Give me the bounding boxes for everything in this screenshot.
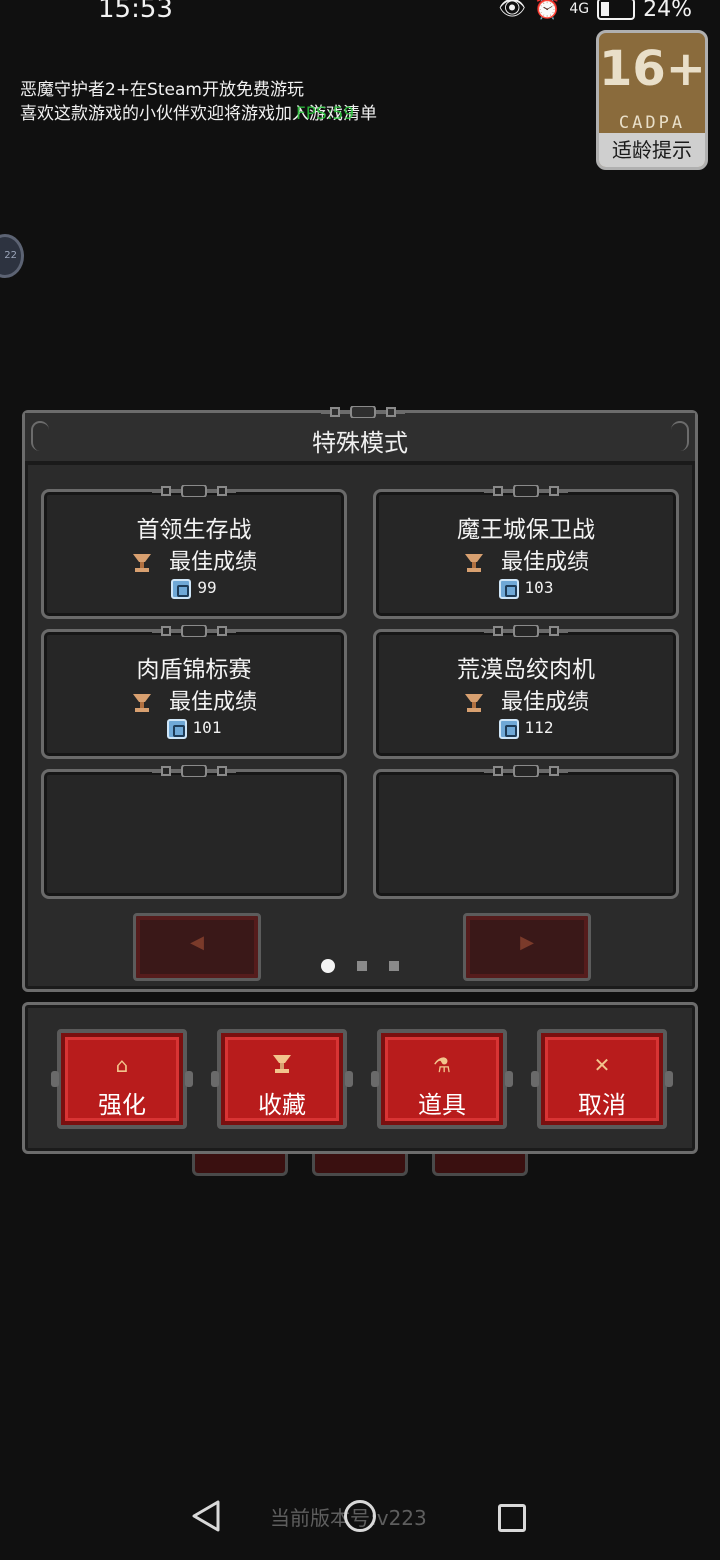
prev-page-button[interactable]: ◀ — [133, 913, 261, 981]
button-nub — [665, 1071, 673, 1087]
close-icon: ✕ — [593, 1053, 611, 1077]
back-icon[interactable] — [188, 1498, 224, 1534]
mode-title: 荒漠岛绞肉机 — [457, 657, 595, 683]
mode-card-desert-island[interactable]: 荒漠岛绞肉机 最佳成绩 112 — [373, 625, 679, 759]
panel-title: 特殊模式 — [312, 429, 408, 457]
eye-icon: 👁 — [497, 0, 526, 21]
next-page-button[interactable]: ▶ — [463, 913, 591, 981]
ornament-icon — [484, 765, 568, 777]
trophy-icon — [221, 1053, 343, 1080]
arrow-left-icon: ◀ — [190, 932, 204, 953]
mode-best-score: 最佳成绩 — [44, 684, 344, 716]
battery-percent: 24% — [643, 0, 692, 22]
button-nub — [345, 1071, 353, 1087]
action-bar: ⌂ 强化 收藏 ⚗ 道具 ✕ 取消 — [22, 1002, 698, 1154]
system-nav-bar: 当前版本号:v223 — [0, 1470, 720, 1560]
status-time: 15:53 — [98, 0, 173, 24]
score-value: 103 — [524, 578, 554, 597]
trophy-icon — [132, 694, 151, 712]
button-nub — [185, 1071, 193, 1087]
status-bar: 15:53 👁 ⏰ 4G 24% — [0, 0, 720, 30]
mode-card-tank-tournament[interactable]: 肉盾锦标赛 最佳成绩 101 — [41, 625, 347, 759]
trophy-icon — [464, 694, 483, 712]
best-label: 最佳成绩 — [500, 550, 589, 575]
mode-score: 99 — [44, 578, 344, 599]
cancel-label: 取消 — [578, 1091, 626, 1119]
best-label: 最佳成绩 — [168, 690, 257, 715]
cancel-button[interactable]: ✕ 取消 — [531, 1029, 673, 1129]
age-rating-org: CADPA — [618, 113, 686, 133]
items-button[interactable]: ⚗ 道具 — [371, 1029, 513, 1129]
score-value: 101 — [192, 718, 222, 737]
signal-icon: 4G — [569, 1, 590, 17]
fps-overlay: FPS:59 — [296, 104, 355, 124]
mode-card-empty — [373, 765, 679, 899]
collection-button[interactable]: 收藏 — [211, 1029, 353, 1129]
mode-card-boss-survival[interactable]: 首领生存战 最佳成绩 99 — [41, 485, 347, 619]
upgrade-label: 强化 — [98, 1091, 146, 1119]
items-label: 道具 — [418, 1091, 466, 1119]
ornament-icon — [484, 485, 568, 497]
mode-title: 首领生存战 — [136, 517, 252, 543]
notice-line-1: 恶魔守护者2+在Steam开放免费游玩 — [20, 80, 304, 100]
floating-assist-button[interactable]: 22 — [0, 234, 24, 278]
alarm-icon: ⏰ — [533, 0, 562, 21]
page-dot-active[interactable] — [321, 959, 335, 973]
mode-title: 魔王城保卫战 — [457, 517, 595, 543]
upgrade-icon: ⌂ — [115, 1053, 129, 1077]
score-value: 99 — [197, 578, 217, 597]
upgrade-button[interactable]: ⌂ 强化 — [51, 1029, 193, 1129]
ornament-icon — [321, 406, 405, 418]
trophy-icon — [464, 554, 483, 572]
clock-icon — [166, 718, 187, 739]
button-nub — [51, 1071, 59, 1087]
trophy-icon — [132, 554, 151, 572]
page-dot[interactable] — [357, 961, 367, 971]
mode-best-score: 最佳成绩 — [376, 684, 676, 716]
mode-best-score: 最佳成绩 — [44, 544, 344, 576]
mode-score: 101 — [44, 718, 344, 739]
ornament-icon — [484, 625, 568, 637]
clock-icon — [498, 718, 519, 739]
home-icon[interactable] — [344, 1500, 376, 1532]
mode-score: 112 — [376, 718, 676, 739]
mode-best-score: 最佳成绩 — [376, 544, 676, 576]
panel-header: 特殊模式 — [25, 406, 695, 465]
recent-apps-icon[interactable] — [498, 1504, 526, 1532]
age-rating-tip: 适龄提示 — [599, 133, 705, 167]
age-rating-number: 16+ — [599, 41, 707, 97]
potion-icon: ⚗ — [433, 1053, 451, 1077]
score-value: 112 — [524, 718, 554, 737]
clock-icon — [171, 578, 192, 599]
collection-label: 收藏 — [258, 1091, 306, 1119]
button-nub — [371, 1071, 379, 1087]
ornament-icon — [152, 625, 236, 637]
button-nub — [211, 1071, 219, 1087]
status-icons: 👁 ⏰ 4G 24% — [498, 0, 692, 22]
battery-icon — [597, 0, 636, 20]
ornament-icon — [152, 765, 236, 777]
page-dot[interactable] — [389, 961, 399, 971]
special-mode-panel: 特殊模式 首领生存战 最佳成绩 99 魔王城保卫战 最佳成绩 103 肉盾锦标赛… — [22, 406, 698, 992]
button-nub — [531, 1071, 539, 1087]
best-label: 最佳成绩 — [500, 690, 589, 715]
mode-title: 肉盾锦标赛 — [136, 657, 252, 683]
button-nub — [505, 1071, 513, 1087]
mode-score: 103 — [376, 578, 676, 599]
mode-card-empty — [41, 765, 347, 899]
age-rating-badge: 16+ CADPA 适龄提示 — [596, 30, 708, 170]
ornament-icon — [152, 485, 236, 497]
arrow-right-icon: ▶ — [520, 932, 534, 953]
mode-card-castle-defense[interactable]: 魔王城保卫战 最佳成绩 103 — [373, 485, 679, 619]
best-label: 最佳成绩 — [168, 550, 257, 575]
clock-icon — [498, 578, 519, 599]
page-indicator — [321, 959, 399, 973]
